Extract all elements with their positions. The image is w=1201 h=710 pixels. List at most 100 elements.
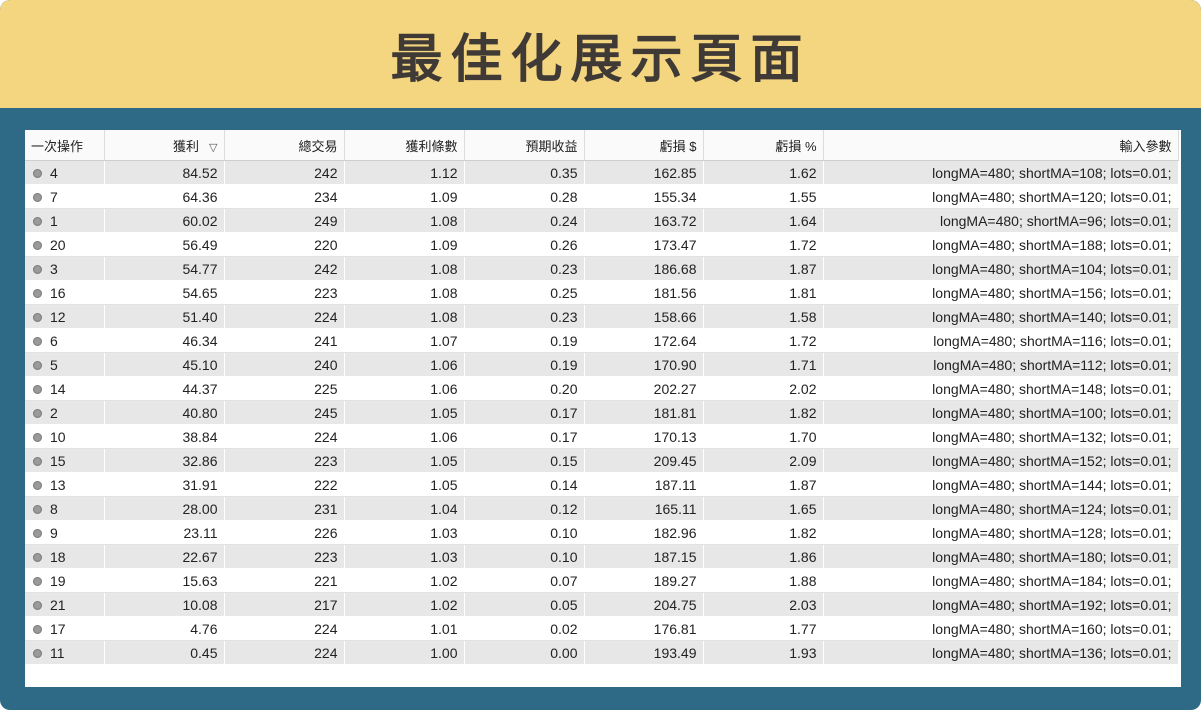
table-row[interactable]: 6 46.34 241 1.07 0.19 172.64 1.72 longMA=480; s… xyxy=(25,328,1179,353)
cell-total-trades: 220 xyxy=(224,232,345,257)
cell-expected-payoff: 0.10 xyxy=(464,544,585,569)
cell-profit-factor: 1.02 xyxy=(344,568,465,593)
table-row[interactable]: 16 54.65 223 1.08 0.25 181.56 1.81 longMA=480; … xyxy=(25,280,1179,305)
cell-profit-factor: 1.05 xyxy=(344,472,465,497)
cell-pass: 20 xyxy=(25,232,105,257)
table-row[interactable]: 15 32.86 223 1.05 0.15 209.45 2.09 longMA=480; … xyxy=(25,448,1179,473)
cell-pass: 8 xyxy=(25,496,105,521)
cell-drawdown-amount: 181.81 xyxy=(584,400,704,425)
cell-expected-payoff: 0.17 xyxy=(464,400,585,425)
cell-drawdown-amount: 163.72 xyxy=(584,208,704,233)
cell-total-trades: 224 xyxy=(224,304,345,329)
table-row[interactable]: 20 56.49 220 1.09 0.26 173.47 1.72 longMA=480; … xyxy=(25,232,1179,257)
cell-expected-payoff: 0.12 xyxy=(464,496,585,521)
cell-total-trades: 234 xyxy=(224,184,345,209)
table-row[interactable]: 19 15.63 221 1.02 0.07 189.27 1.88 longMA=480; … xyxy=(25,568,1179,593)
cell-profit-factor: 1.02 xyxy=(344,592,465,617)
cell-pass: 13 xyxy=(25,472,105,497)
cell-profit: 38.84 xyxy=(104,424,225,449)
cell-drawdown-amount: 182.96 xyxy=(584,520,704,545)
cell-expected-payoff: 0.26 xyxy=(464,232,585,257)
table-row[interactable]: 7 64.36 234 1.09 0.28 155.34 1.55 longMA=480; s… xyxy=(25,184,1179,209)
cell-drawdown-percent: 1.58 xyxy=(703,304,824,329)
bullet-icon xyxy=(33,313,42,323)
cell-total-trades: 226 xyxy=(224,520,345,545)
cell-profit-factor: 1.00 xyxy=(344,640,465,665)
table-row[interactable]: 4 84.52 242 1.12 0.35 162.85 1.62 longMA=480; s… xyxy=(25,160,1179,185)
table-row[interactable]: 9 23.11 226 1.03 0.10 182.96 1.82 longMA=480; s… xyxy=(25,520,1179,545)
table-row[interactable]: 10 38.84 224 1.06 0.17 170.13 1.70 longMA=480; … xyxy=(25,424,1179,449)
cell-expected-payoff: 0.05 xyxy=(464,592,585,617)
table-row[interactable]: 12 51.40 224 1.08 0.23 158.66 1.58 longMA=480; … xyxy=(25,304,1179,329)
cell-expected-payoff: 0.00 xyxy=(464,640,585,665)
cell-expected-payoff: 0.19 xyxy=(464,328,585,353)
column-header-drawdown-amount[interactable]: 虧損 $ xyxy=(584,130,704,161)
cell-drawdown-amount: 202.27 xyxy=(584,376,704,401)
cell-total-trades: 222 xyxy=(224,472,345,497)
cell-drawdown-amount: 176.81 xyxy=(584,616,704,641)
cell-expected-payoff: 0.10 xyxy=(464,520,585,545)
cell-total-trades: 223 xyxy=(224,448,345,473)
bullet-icon xyxy=(33,553,42,563)
cell-pass: 1 xyxy=(25,208,105,233)
table-row[interactable]: 13 31.91 222 1.05 0.14 187.11 1.87 longMA=480; … xyxy=(25,472,1179,497)
cell-input-params: longMA=480; shortMA=136; lots=0.01; xyxy=(823,640,1179,665)
cell-drawdown-amount: 155.34 xyxy=(584,184,704,209)
column-header-profit-factor[interactable]: 獲利條數 xyxy=(344,130,465,161)
cell-total-trades: 242 xyxy=(224,160,345,185)
cell-drawdown-amount: 173.47 xyxy=(584,232,704,257)
table-row[interactable]: 3 54.77 242 1.08 0.23 186.68 1.87 longMA=480; s… xyxy=(25,256,1179,281)
cell-profit-factor: 1.09 xyxy=(344,232,465,257)
column-header-drawdown-percent[interactable]: 虧損 % xyxy=(703,130,824,161)
column-header-expected-payoff[interactable]: 預期收益 xyxy=(464,130,585,161)
cell-profit: 54.65 xyxy=(104,280,225,305)
bullet-icon xyxy=(33,409,42,419)
cell-drawdown-percent: 2.03 xyxy=(703,592,824,617)
bullet-icon xyxy=(33,337,42,347)
cell-profit: 40.80 xyxy=(104,400,225,425)
cell-drawdown-amount: 172.64 xyxy=(584,328,704,353)
column-header-profit[interactable]: 獲利 ▽ xyxy=(104,130,225,161)
cell-total-trades: 224 xyxy=(224,640,345,665)
table-row[interactable]: 8 28.00 231 1.04 0.12 165.11 1.65 longMA=480; s… xyxy=(25,496,1179,521)
cell-pass: 7 xyxy=(25,184,105,209)
table-row[interactable]: 18 22.67 223 1.03 0.10 187.15 1.86 longMA=480; … xyxy=(25,544,1179,569)
cell-drawdown-percent: 1.82 xyxy=(703,520,824,545)
sort-desc-icon[interactable]: ▽ xyxy=(209,142,217,154)
column-header-total-trades[interactable]: 總交易 xyxy=(224,130,345,161)
cell-input-params: longMA=480; shortMA=148; lots=0.01; xyxy=(823,376,1179,401)
table-row[interactable]: 5 45.10 240 1.06 0.19 170.90 1.71 longMA=480; s… xyxy=(25,352,1179,377)
table-row[interactable]: 2 40.80 245 1.05 0.17 181.81 1.82 longMA=480; s… xyxy=(25,400,1179,425)
cell-profit-factor: 1.12 xyxy=(344,160,465,185)
table-row[interactable]: 21 10.08 217 1.02 0.05 204.75 2.03 longMA=480; … xyxy=(25,592,1179,617)
cell-input-params: longMA=480; shortMA=160; lots=0.01; xyxy=(823,616,1179,641)
cell-profit-factor: 1.06 xyxy=(344,424,465,449)
cell-input-params: longMA=480; shortMA=96; lots=0.01; xyxy=(823,208,1179,233)
table-row[interactable]: 14 44.37 225 1.06 0.20 202.27 2.02 longMA=480; … xyxy=(25,376,1179,401)
column-header-input-params[interactable]: 輸入參數 xyxy=(823,130,1179,161)
cell-expected-payoff: 0.24 xyxy=(464,208,585,233)
cell-drawdown-percent: 1.86 xyxy=(703,544,824,569)
cell-profit: 23.11 xyxy=(104,520,225,545)
bullet-icon xyxy=(33,241,42,251)
cell-expected-payoff: 0.19 xyxy=(464,352,585,377)
cell-profit: 4.76 xyxy=(104,616,225,641)
cell-total-trades: 242 xyxy=(224,256,345,281)
header-row: 一次操作 獲利 ▽ 總交易 獲利條數 預期收益 虧損 $ 虧損 % 輸入參數 xyxy=(25,130,1179,161)
bullet-icon xyxy=(33,169,42,179)
cell-profit: 51.40 xyxy=(104,304,225,329)
cell-profit: 31.91 xyxy=(104,472,225,497)
table-row[interactable]: 17 4.76 224 1.01 0.02 176.81 1.77 longMA=480; s… xyxy=(25,616,1179,641)
cell-drawdown-percent: 1.65 xyxy=(703,496,824,521)
table-row[interactable]: 11 0.45 224 1.00 0.00 193.49 1.93 longMA=480; s… xyxy=(25,640,1179,665)
bullet-icon xyxy=(33,265,42,275)
page-frame: 最佳化展示頁面 一次操作 獲利 ▽ 總交易 獲利條數 預期收益 虧損 $ 虧損 %… xyxy=(0,0,1201,710)
cell-profit: 0.45 xyxy=(104,640,225,665)
column-header-pass[interactable]: 一次操作 xyxy=(25,130,105,161)
table-row[interactable]: 1 60.02 249 1.08 0.24 163.72 1.64 longMA=480; s… xyxy=(25,208,1179,233)
cell-drawdown-percent: 1.87 xyxy=(703,256,824,281)
cell-drawdown-amount: 187.15 xyxy=(584,544,704,569)
cell-profit: 32.86 xyxy=(104,448,225,473)
cell-expected-payoff: 0.28 xyxy=(464,184,585,209)
cell-drawdown-amount: 186.68 xyxy=(584,256,704,281)
